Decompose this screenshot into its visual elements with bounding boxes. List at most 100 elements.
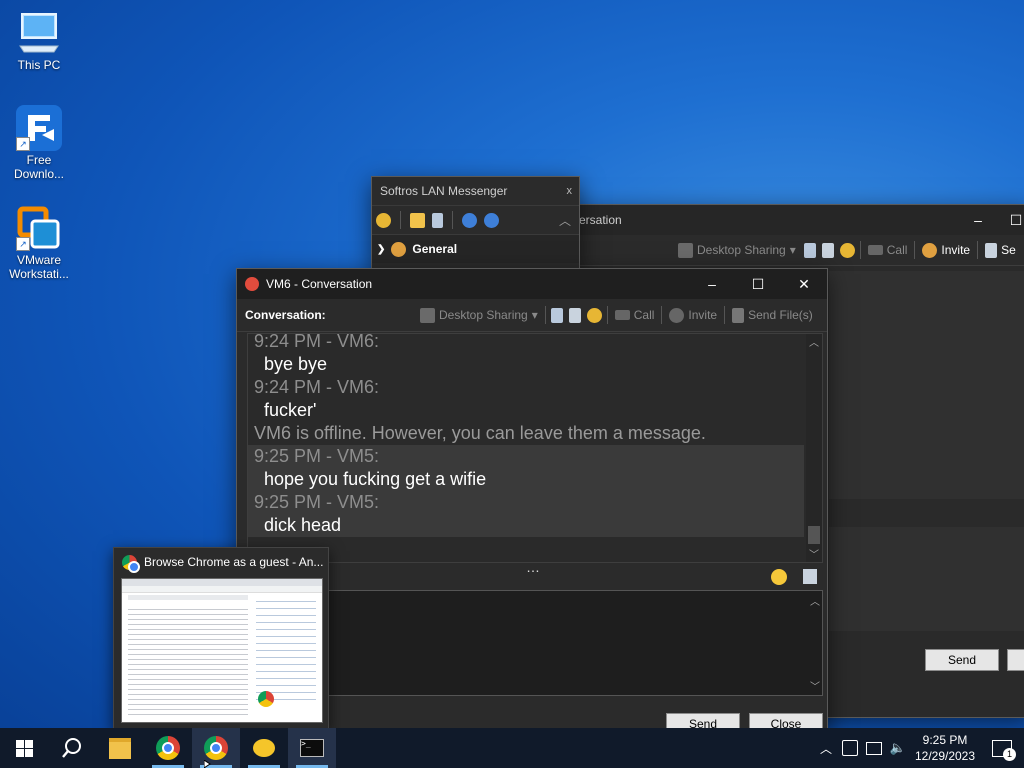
settings-gear-icon[interactable]: [586, 307, 602, 323]
chrome-icon: [156, 736, 180, 760]
security-tray-icon[interactable]: [838, 728, 862, 768]
message-input[interactable]: ︿ ﹀: [247, 590, 823, 696]
scroll-down-icon[interactable]: ﹀: [806, 546, 822, 562]
maximize-icon[interactable]: ☐: [735, 269, 781, 299]
chevron-up-icon: ︿: [819, 741, 832, 756]
background-send-button[interactable]: Send: [925, 649, 999, 671]
invite-button[interactable]: Invite: [917, 242, 975, 258]
group-general[interactable]: ❯ General: [372, 235, 579, 263]
background-message-area: [829, 271, 1024, 499]
message-group-highlight: 9:25 PM - VM5: hope you fucking get a wi…: [248, 445, 804, 537]
close-icon[interactable]: ✕: [781, 269, 827, 299]
message-scrollbar[interactable]: ︿ ﹀: [806, 334, 822, 562]
message-text: bye bye: [264, 354, 328, 374]
search-button[interactable]: [48, 728, 96, 768]
clock-time: 9:25 PM: [922, 733, 968, 747]
messenger-title: Softros LAN Messenger: [380, 184, 508, 198]
user-icon: [245, 277, 259, 291]
background-window-toolbar: Desktop Sharing ▾ Call Invite Se: [561, 235, 1024, 266]
this-pc-icon: [16, 10, 62, 56]
search-icon: [62, 738, 81, 758]
desktop-icon-label: VMware Workstati...: [9, 253, 69, 281]
scroll-up-icon[interactable]: ︿: [806, 334, 822, 350]
taskbar: >_ ︿ 🔈 9:25 PM 12/29/2023 1: [0, 728, 1024, 768]
document-edit-icon[interactable]: [821, 242, 834, 258]
taskbar-chrome-2[interactable]: [192, 728, 240, 768]
taskbar-chrome-1[interactable]: [144, 728, 192, 768]
send-files-button[interactable]: Se: [980, 242, 1021, 258]
document-edit-icon[interactable]: [568, 307, 581, 323]
call-button[interactable]: Call: [610, 308, 660, 322]
background-input-area[interactable]: [829, 527, 1024, 631]
minimize-icon[interactable]: –: [955, 205, 1001, 235]
conversation-label: Conversation:: [245, 308, 326, 322]
help-icon[interactable]: [462, 212, 477, 228]
shortcut-arrow-icon: ↗: [16, 137, 30, 151]
emoji-icon[interactable]: [771, 569, 787, 585]
message-text: fucker': [264, 400, 317, 420]
clock[interactable]: 9:25 PM 12/29/2023: [910, 732, 980, 764]
desktop-icon-free-download[interactable]: ↗ Free Downlo...: [2, 105, 76, 181]
network-icon: [866, 741, 882, 755]
users-icon: [669, 307, 685, 323]
desktop-icon-vmware[interactable]: ↗ VMware Workstati...: [2, 205, 76, 281]
mouse-cursor-icon: [204, 760, 211, 768]
call-button[interactable]: Call: [863, 243, 913, 257]
info-icon[interactable]: [484, 212, 499, 228]
chrome-preview-popup[interactable]: Browse Chrome as a guest - An...: [113, 547, 329, 730]
taskbar-file-explorer[interactable]: [96, 728, 144, 768]
folder-icon[interactable]: [410, 212, 425, 228]
video-camera-icon: [614, 310, 630, 320]
desktop-sharing-button[interactable]: Desktop Sharing ▾: [415, 307, 543, 323]
chevron-up-icon[interactable]: ︿: [559, 212, 571, 229]
invite-button[interactable]: Invite: [664, 307, 722, 323]
message-format-icon[interactable]: [803, 569, 817, 584]
maximize-icon[interactable]: ☐: [1001, 205, 1024, 235]
messenger-titlebar[interactable]: Softros LAN Messenger x: [372, 177, 579, 206]
taskbar-softros-messenger[interactable]: [240, 728, 288, 768]
document-icon[interactable]: [803, 242, 816, 258]
background-extra-button[interactable]: [1007, 649, 1024, 671]
scroll-up-icon[interactable]: ︿: [810, 593, 820, 608]
desktop-icon-label: Free Downlo...: [13, 153, 65, 181]
conversation-title: VM6 - Conversation: [266, 277, 373, 291]
taskbar-terminal[interactable]: >_: [288, 728, 336, 768]
messenger-toolbar: ︿: [372, 206, 579, 235]
settings-gear-icon[interactable]: [839, 242, 855, 258]
chevron-down-icon: ▾: [531, 308, 538, 322]
minimize-icon[interactable]: –: [689, 269, 735, 299]
splitter-handle[interactable]: …: [523, 559, 543, 575]
file-explorer-icon: [109, 737, 131, 759]
chrome-icon: [204, 736, 228, 760]
start-button[interactable]: [0, 728, 48, 768]
message-history[interactable]: 9:24 PM - VM6: bye bye 9:24 PM - VM6: fu…: [247, 333, 823, 563]
messenger-close-icon[interactable]: x: [567, 185, 573, 197]
history-document-icon[interactable]: [550, 307, 563, 323]
show-hidden-icons-button[interactable]: ︿: [814, 728, 838, 768]
settings-gear-icon[interactable]: [376, 212, 391, 228]
windows-logo-icon: [15, 739, 33, 757]
monitor-icon: [420, 307, 435, 323]
desktop-sharing-button[interactable]: Desktop Sharing ▾: [673, 242, 801, 258]
message-header: 9:24 PM - VM6:: [254, 333, 380, 351]
scroll-down-icon[interactable]: ﹀: [810, 678, 820, 693]
clock-date: 12/29/2023: [914, 749, 976, 763]
conversation-titlebar[interactable]: VM6 - Conversation – ☐ ✕: [237, 269, 827, 299]
volume-tray-icon[interactable]: 🔈: [886, 728, 910, 768]
chrome-preview-thumbnail[interactable]: [121, 578, 323, 723]
history-document-icon[interactable]: [432, 212, 443, 228]
conversation-toolbar: Conversation: Desktop Sharing ▾ Call Inv…: [237, 299, 827, 332]
vmware-workstation-icon: ↗: [16, 205, 62, 251]
messenger-window[interactable]: Softros LAN Messenger x ︿ ❯ General: [371, 176, 580, 272]
monitor-icon: [678, 242, 693, 258]
desktop-icon-label: This PC: [17, 58, 61, 72]
chrome-icon: [122, 554, 140, 573]
action-center-button[interactable]: 1: [980, 728, 1024, 768]
scroll-thumb[interactable]: [808, 526, 820, 544]
chrome-preview-title: Browse Chrome as a guest - An...: [144, 555, 324, 569]
background-window-titlebar[interactable]: versation – ☐: [561, 205, 1024, 235]
send-files-button[interactable]: Send File(s): [727, 307, 818, 323]
network-tray-icon[interactable]: [862, 728, 886, 768]
group-label: General: [412, 242, 458, 256]
desktop-icon-this-pc[interactable]: This PC: [2, 10, 76, 72]
